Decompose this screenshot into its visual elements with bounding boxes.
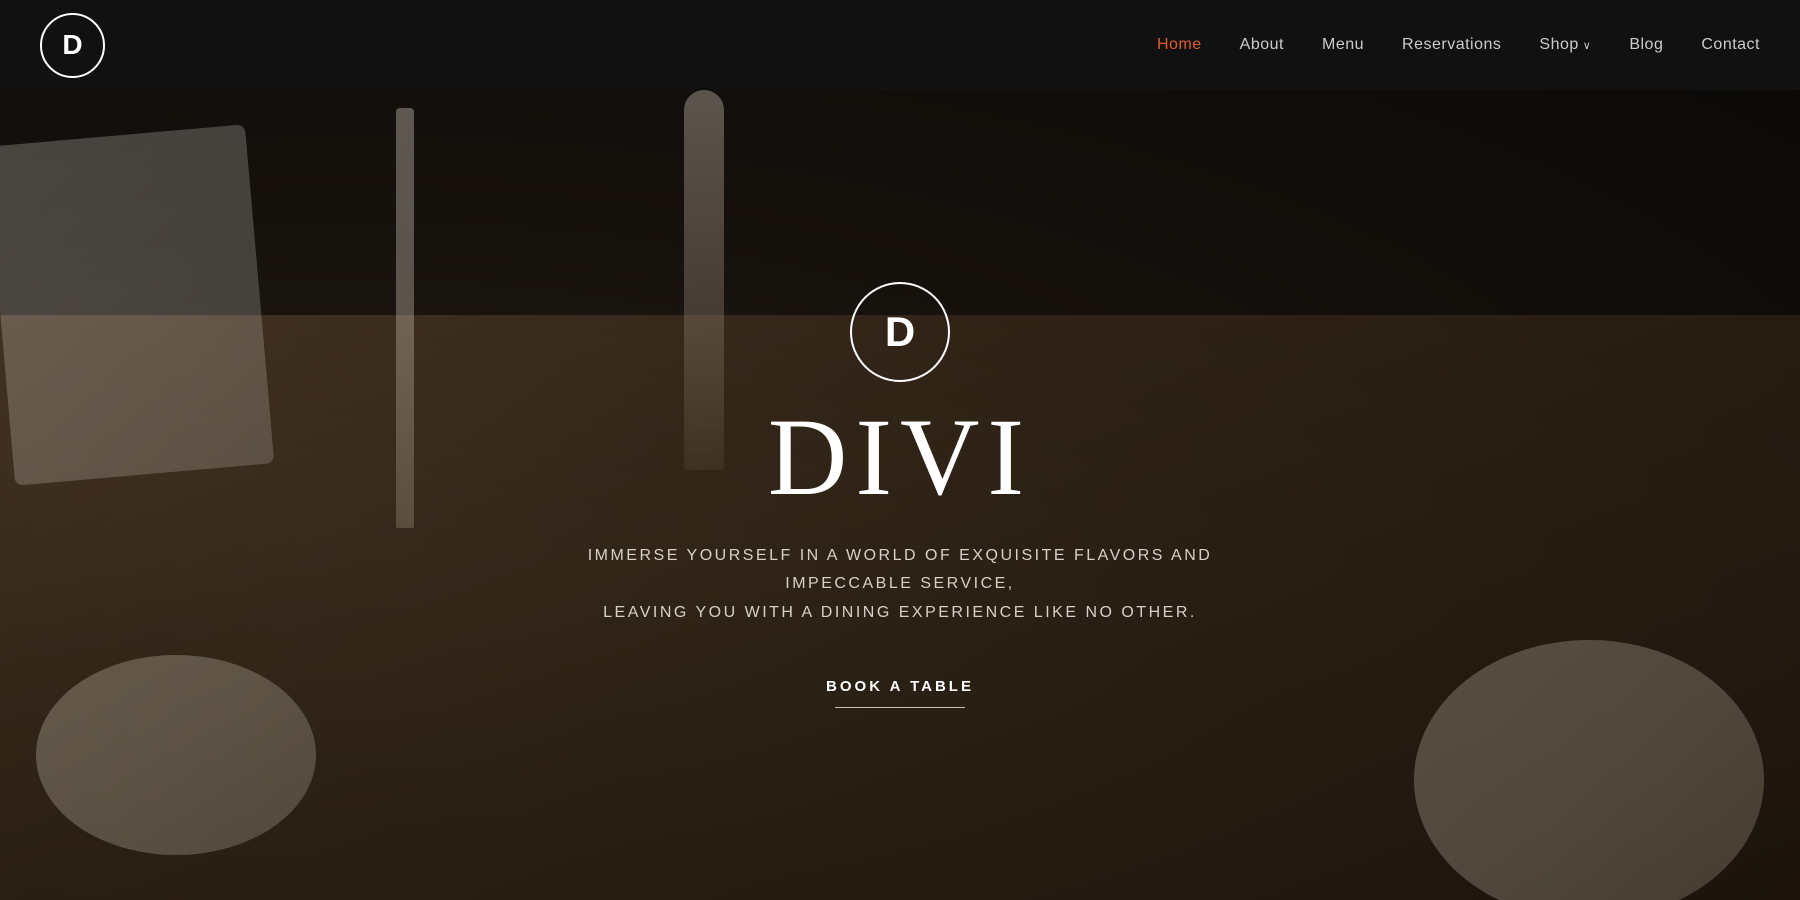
nav-item-blog[interactable]: Blog xyxy=(1629,36,1663,54)
hero-logo-circle: D xyxy=(850,282,950,382)
hero-cta: BOOK A TABLE xyxy=(826,678,974,709)
nav-link-reservations[interactable]: Reservations xyxy=(1402,36,1501,53)
nav-link-contact[interactable]: Contact xyxy=(1701,36,1760,53)
navbar-logo[interactable]: D xyxy=(40,13,105,78)
nav-link-home[interactable]: Home xyxy=(1157,36,1202,53)
nav-link-about[interactable]: About xyxy=(1240,36,1284,53)
hero-logo-letter: D xyxy=(885,308,915,356)
chevron-down-icon: ∨ xyxy=(1583,39,1592,52)
hero-subtitle-line2: LEAVING YOU WITH A DINING EXPERIENCE LIK… xyxy=(603,604,1197,621)
nav-links: Home About Menu Reservations Shop ∨ Blog xyxy=(1157,36,1760,54)
hero-subtitle: IMMERSE YOURSELF IN A WORLD OF EXQUISITE… xyxy=(525,542,1275,628)
navbar: D Home About Menu Reservations Shop ∨ xyxy=(0,0,1800,90)
nav-item-contact[interactable]: Contact xyxy=(1701,36,1760,54)
book-table-underline xyxy=(835,707,965,709)
book-table-button[interactable]: BOOK A TABLE xyxy=(826,678,974,695)
navbar-logo-letter: D xyxy=(62,29,82,61)
hero-subtitle-line1: IMMERSE YOURSELF IN A WORLD OF EXQUISITE… xyxy=(588,547,1213,593)
nav-link-menu[interactable]: Menu xyxy=(1322,36,1364,53)
hero-title: DIVI xyxy=(768,402,1032,512)
nav-item-reservations[interactable]: Reservations xyxy=(1402,36,1501,54)
nav-item-menu[interactable]: Menu xyxy=(1322,36,1364,54)
nav-item-about[interactable]: About xyxy=(1240,36,1284,54)
hero-content: D DIVI IMMERSE YOURSELF IN A WORLD OF EX… xyxy=(0,90,1800,900)
nav-link-shop[interactable]: Shop ∨ xyxy=(1539,36,1591,54)
nav-link-blog[interactable]: Blog xyxy=(1629,36,1663,53)
nav-item-shop[interactable]: Shop ∨ xyxy=(1539,36,1591,54)
hero-section: D Home About Menu Reservations Shop ∨ xyxy=(0,0,1800,900)
nav-item-home[interactable]: Home xyxy=(1157,36,1202,54)
